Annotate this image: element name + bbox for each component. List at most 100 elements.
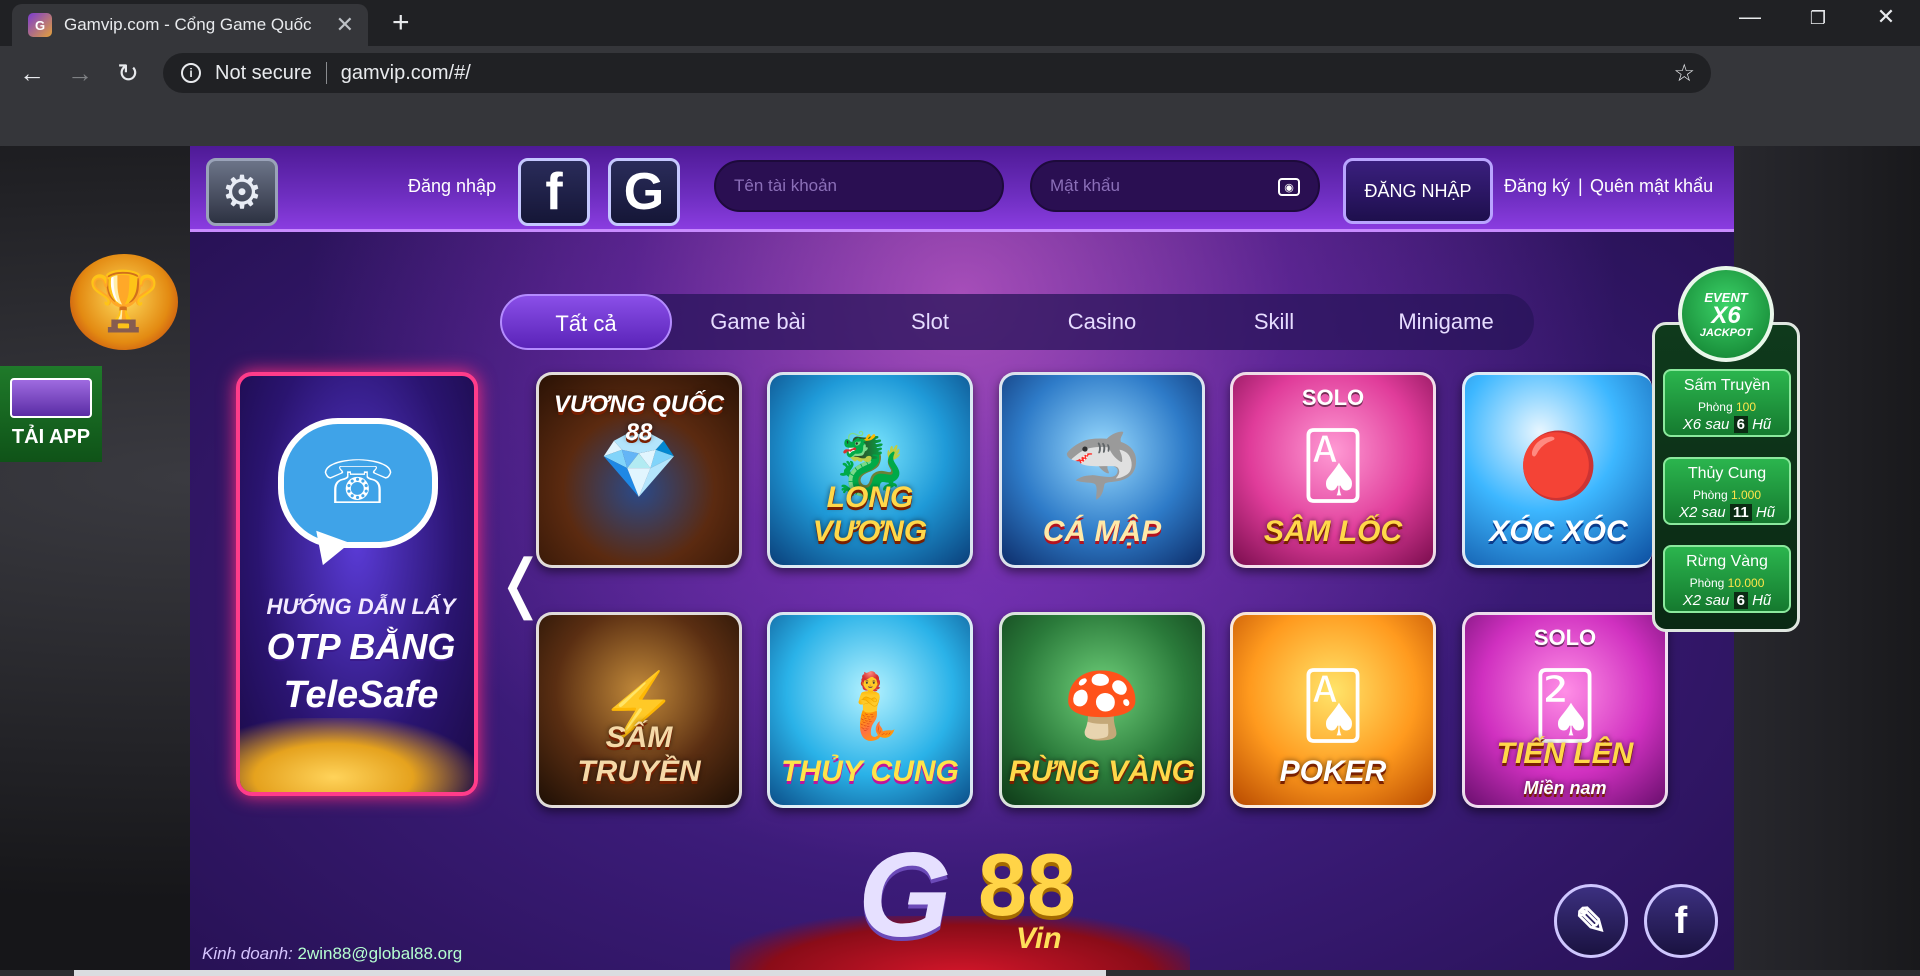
jackpot-panel: Sấm Truyền Phòng 100 X6 sau 6 Hũ Thủy Cu… [1652,322,1800,632]
login-header: ⚙ Đăng nhập f G ◉ ĐĂNG NHẬP Đăng ký | Qu… [190,146,1734,232]
game-tile-long-vuong[interactable]: 🐉 LONG VƯƠNG [767,372,973,568]
game-emblem: 🂡 [1300,669,1366,742]
category-tabs: Tất cả Game bài Slot Casino Skill Miniga… [500,294,1534,350]
download-app-label: TẢI APP [11,426,91,448]
scrollbar-thumb[interactable] [74,970,1106,976]
jackpot-item-thuy-cung[interactable]: Thủy Cung Phòng 1.000 X2 sau 11 Hũ [1663,457,1791,525]
username-input[interactable] [734,176,1002,196]
browser-tab[interactable]: G Gamvip.com - Cổng Game Quốc ✕ [12,4,368,46]
omnibox-divider [325,62,327,84]
jackpot-item-sam-truyen[interactable]: Sấm Truyền Phòng 100 X6 sau 6 Hũ [1663,369,1791,437]
favicon-icon: G [28,13,52,37]
jackpot-name: Sấm Truyền [1683,377,1771,394]
event-x6-jackpot-badge[interactable]: EVENT X6 JACKPOT [1678,266,1774,362]
app-preview-thumbnail [10,378,92,418]
game-solo-badge: SOLO [1533,625,1597,650]
jackpot-name: Thủy Cung [1687,465,1767,482]
banner-line2: OTP BẰNG [266,626,456,667]
info-icon[interactable]: i [181,63,201,83]
banner-line3: TeleSafe [283,674,439,716]
browser-titlebar: G Gamvip.com - Cổng Game Quốc ✕ + — ❐ ✕ [0,0,1920,46]
game-title: SẤM TRUYỀN [577,721,701,788]
jackpot-item-rung-vang[interactable]: Rừng Vàng Phòng 10.000 X2 sau 6 Hũ [1663,545,1791,613]
forgot-password-link[interactable]: Quên mật khẩu [1590,176,1713,197]
jackpot-multiplier: X2 sau 11 Hũ [1678,504,1776,521]
settings-gear-icon[interactable]: ⚙ [206,158,278,226]
game-title: RỪNG VÀNG [1009,755,1195,788]
address-bar[interactable]: i Not secure gamvip.com/#/ ☆ [163,53,1711,93]
tab-skill[interactable]: Skill [1188,294,1360,350]
game-stage: ⚙ Đăng nhập f G ◉ ĐĂNG NHẬP Đăng ký | Qu… [190,146,1800,976]
game-title: TIẾN LÊN [1496,737,1634,770]
game-tile-vuong-quoc-88[interactable]: 💎 VƯƠNG QUỐC 88 [536,372,742,568]
game-emblem: 🔴 [1518,429,1599,502]
phone-chat-bubble-icon: ☏ [278,418,438,548]
forward-arrow-icon[interactable]: → [62,56,98,92]
browser-toolbar: ← → ↻ i Not secure gamvip.com/#/ ☆ [0,46,1920,100]
tab-card-games[interactable]: Game bài [672,294,844,350]
game-tile-ca-map[interactable]: 🦈 CÁ MẬP [999,372,1205,568]
username-field[interactable] [714,160,1004,212]
bookmark-bar [0,100,1920,146]
minimize-icon[interactable]: — [1730,4,1770,30]
jackpot-multiplier: X2 sau 6 Hũ [1682,592,1772,609]
banner-line1: HƯỚNG DẪN LẤY [266,594,456,619]
password-field[interactable]: ◉ [1030,160,1320,212]
hide-password-eye-icon[interactable]: ◉ [1278,178,1300,196]
security-label: Not secure [215,61,312,84]
business-contact: Kinh doanh: 2win88@global88.org [202,944,463,963]
tab-slot[interactable]: Slot [844,294,1016,350]
google-login-button[interactable]: G [608,158,680,226]
game-tile-tien-len[interactable]: SOLO 🂢 TIẾN LÊN Miền nam [1462,612,1668,808]
back-arrow-icon[interactable]: ← [14,56,50,92]
facebook-page-icon[interactable]: f [1644,884,1718,958]
tab-casino[interactable]: Casino [1016,294,1188,350]
login-submit-button[interactable]: ĐĂNG NHẬP [1343,158,1493,224]
horizontal-scrollbar[interactable] [0,970,1920,976]
game-tile-rung-vang[interactable]: 🍄 RỪNG VÀNG [999,612,1205,808]
facebook-login-button[interactable]: f [518,158,590,226]
game-tile-sam-truyen[interactable]: ⚡ SẤM TRUYỀN [536,612,742,808]
game-emblem: 🂡 [1300,429,1366,502]
gold-coins-decoration [240,718,474,792]
game-title: SÂM LỐC [1263,515,1403,548]
game-title: THỦY CUNG [781,755,959,788]
download-app-button[interactable]: TẢI APP [0,366,102,462]
jackpot-multiplier: X6 sau 6 Hũ [1682,416,1772,433]
business-email[interactable]: 2win88@global88.org [297,944,462,963]
game-solo-badge: SOLO [1301,385,1365,410]
game-title: POKER [1279,755,1387,788]
otp-telesafe-banner[interactable]: ☏ HƯỚNG DẪN LẤY OTP BẰNG TeleSafe [236,372,478,796]
reload-icon[interactable]: ↻ [110,56,146,92]
game-emblem: 🦈 [1062,429,1142,502]
page-viewport: 🏆 TẢI APP ⚙ Đăng nhập f G ◉ ĐĂNG NHẬP Đă… [0,146,1920,976]
register-link[interactable]: Đăng ký [1504,176,1570,197]
game-tile-xoc-xoc[interactable]: 🔴 XÓC XÓC [1462,372,1652,568]
game-title: VƯƠNG QUỐC 88 [553,391,725,446]
game-title: CÁ MẬP [1042,515,1162,548]
edit-note-icon[interactable]: ✎ [1554,884,1628,958]
jackpot-room: Phòng 1.000 [1692,488,1762,502]
close-window-icon[interactable]: ✕ [1866,4,1906,30]
game-tile-thuy-cung[interactable]: 🧜 THỦY CUNG [767,612,973,808]
tab-all[interactable]: Tất cả [500,294,672,350]
close-tab-icon[interactable]: ✕ [336,12,354,38]
login-label: Đăng nhập [408,176,497,196]
game-tile-poker[interactable]: 🂡 POKER [1230,612,1436,808]
trophy-icon[interactable]: 🏆 [70,254,178,350]
url-text[interactable]: gamvip.com/#/ [341,62,471,85]
jackpot-room: Phòng 100 [1697,400,1757,414]
new-tab-button[interactable]: + [392,6,410,40]
restore-icon[interactable]: ❐ [1798,8,1838,29]
jackpot-name: Rừng Vàng [1686,553,1768,570]
g88vin-logo: G 88 Vin [858,828,1076,962]
game-tile-sam-loc[interactable]: SOLO 🂡 SÂM LỐC [1230,372,1436,568]
tab-minigame[interactable]: Minigame [1360,294,1532,350]
tab-title: Gamvip.com - Cổng Game Quốc [64,15,312,34]
game-emblem: 🧜 [830,669,910,742]
game-emblem: 🂢 [1532,669,1598,742]
bookmark-star-icon[interactable]: ☆ [1673,59,1695,88]
game-subtitle: Miền nam [1523,778,1607,798]
game-emblem: 🍄 [1062,669,1142,742]
jackpot-room: Phòng 10.000 [1689,576,1765,590]
